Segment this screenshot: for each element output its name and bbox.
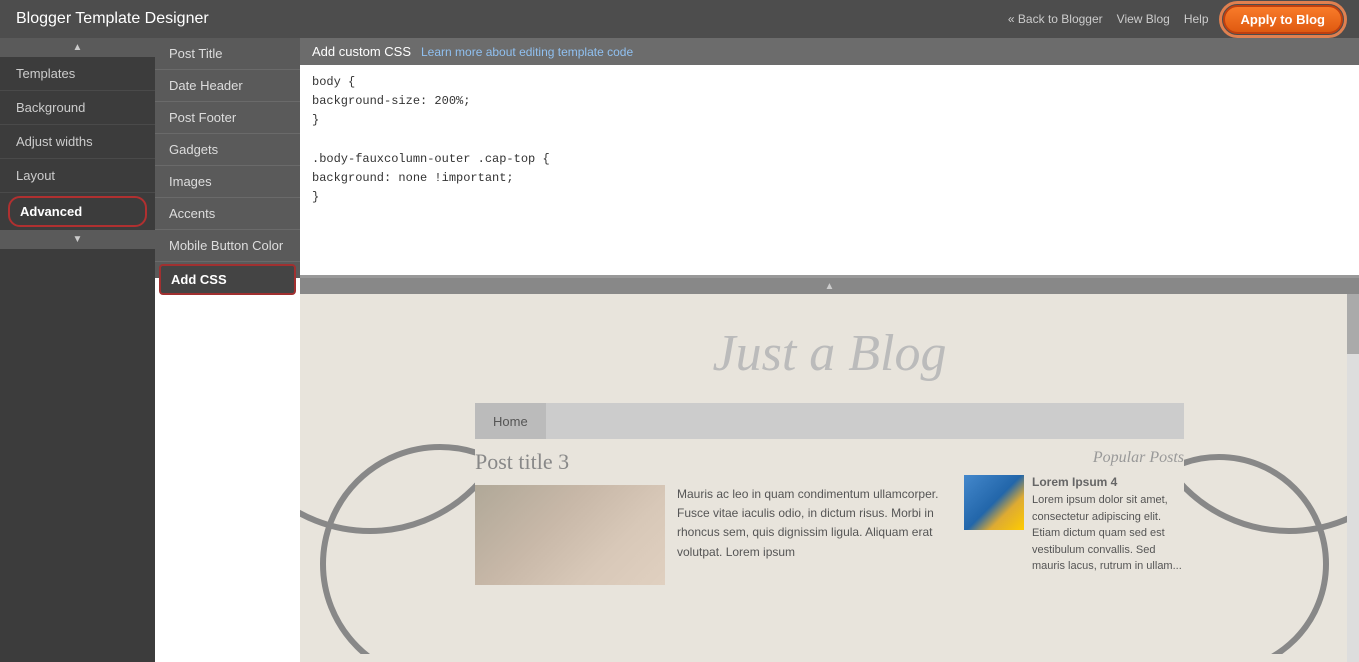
top-bar: Blogger Template Designer « Back to Blog…	[0, 0, 1359, 38]
divider-arrow-icon: ▲	[825, 281, 835, 292]
sub-item-date-header[interactable]: Date Header	[155, 70, 300, 102]
sidebar-scroll-down[interactable]: ▼	[0, 230, 155, 249]
top-bar-actions: « Back to Blogger View Blog Help Apply t…	[1008, 5, 1343, 34]
sub-item-post-title[interactable]: Post Title	[155, 38, 300, 70]
sub-item-mobile-button-color[interactable]: Mobile Button Color	[155, 230, 300, 262]
deco-right	[1184, 294, 1359, 654]
css-textarea[interactable]: body { background-size: 200%; } .body-fa…	[300, 65, 1359, 275]
popular-post-content: Lorem Ipsum 4 Lorem ipsum dolor sit amet…	[1032, 475, 1184, 575]
widget-title: Popular Posts	[964, 449, 1184, 467]
post-title: Post title 3	[475, 449, 944, 475]
advanced-sub-panel: Post Title Date Header Post Footer Gadge…	[155, 38, 300, 278]
sub-item-add-css[interactable]: Add CSS	[159, 264, 296, 295]
sidebar-scroll-up[interactable]: ▲	[0, 38, 155, 57]
post-image	[475, 485, 665, 585]
sidebar: ▲ Templates Background Adjust widths Lay…	[0, 38, 155, 662]
post-image-inner	[475, 485, 665, 585]
scrollbar-thumb[interactable]	[1347, 294, 1359, 354]
post-body: Mauris ac leo in quam condimentum ullamc…	[475, 485, 944, 591]
sidebar-item-background[interactable]: Background	[0, 91, 155, 125]
sub-item-gadgets[interactable]: Gadgets	[155, 134, 300, 166]
sidebar-item-advanced[interactable]: Advanced	[8, 196, 147, 227]
blog-sidebar: Popular Posts Lorem Ipsum 4 Lorem ipsum …	[964, 449, 1184, 599]
blog-nav-home[interactable]: Home	[475, 403, 546, 439]
popular-post-item: Lorem Ipsum 4 Lorem ipsum dolor sit amet…	[964, 475, 1184, 575]
popular-post-text: Lorem ipsum dolor sit amet, consectetur …	[1032, 492, 1184, 575]
sub-item-post-footer[interactable]: Post Footer	[155, 102, 300, 134]
blog-preview: Just a Blog Home Post title 3	[300, 294, 1359, 662]
sidebar-item-layout[interactable]: Layout	[0, 159, 155, 193]
css-header-label: Add custom CSS	[312, 44, 411, 59]
blog-content: Post title 3 Mauris ac leo in quam condi…	[475, 449, 1184, 599]
css-header: Add custom CSS Learn more about editing …	[300, 38, 1359, 65]
deco-left	[300, 294, 475, 654]
content-area: Add custom CSS Learn more about editing …	[300, 38, 1359, 662]
css-panel: Add custom CSS Learn more about editing …	[300, 38, 1359, 278]
blog-main: Post title 3 Mauris ac leo in quam condi…	[475, 449, 944, 599]
back-to-blogger-link[interactable]: « Back to Blogger	[1008, 12, 1103, 26]
divider-bar[interactable]: ▲	[300, 278, 1359, 294]
view-blog-link[interactable]: View Blog	[1117, 12, 1170, 26]
css-learn-more-link[interactable]: Learn more about editing template code	[421, 45, 633, 59]
blog-nav: Home	[475, 403, 1184, 439]
popular-post-image	[964, 475, 1024, 530]
scrollbar[interactable]	[1347, 294, 1359, 662]
sub-item-accents[interactable]: Accents	[155, 198, 300, 230]
sub-item-images[interactable]: Images	[155, 166, 300, 198]
app-title: Blogger Template Designer	[16, 10, 209, 28]
designer-body: ▲ Templates Background Adjust widths Lay…	[0, 38, 1359, 662]
apply-to-blog-button[interactable]: Apply to Blog	[1223, 5, 1344, 34]
sidebar-item-adjust-widths[interactable]: Adjust widths	[0, 125, 155, 159]
blog-background: Just a Blog Home Post title 3	[300, 294, 1359, 654]
help-link[interactable]: Help	[1184, 12, 1209, 26]
popular-post-title: Lorem Ipsum 4	[1032, 475, 1184, 489]
sidebar-item-templates[interactable]: Templates	[0, 57, 155, 91]
